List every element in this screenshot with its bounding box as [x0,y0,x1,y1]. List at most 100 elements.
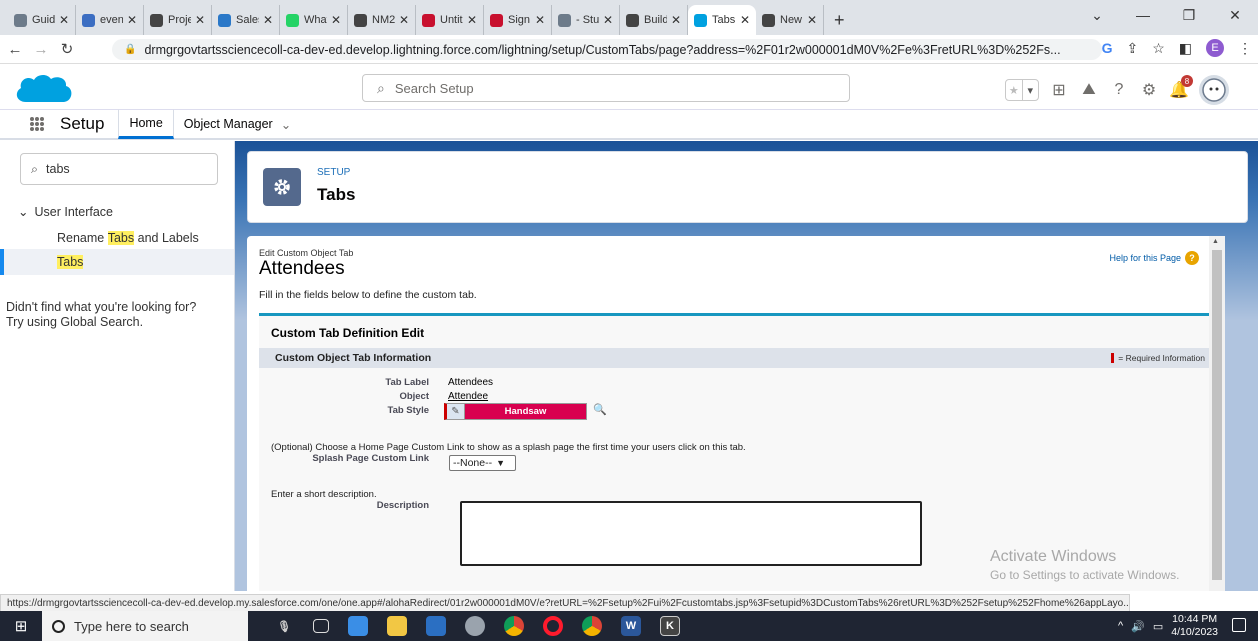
photos-icon[interactable] [426,616,446,636]
trailhead-icon[interactable]: ⛰ [1079,80,1099,100]
profile-avatar[interactable]: E [1206,39,1224,57]
close-tab-icon[interactable]: ✕ [535,13,545,27]
tab-favicon-icon [354,13,367,27]
clock[interactable]: 10:44 PM 4/10/2023 [1171,613,1218,639]
taskbar-search[interactable]: Type here to search [42,611,248,641]
close-tab-icon[interactable]: ✕ [740,13,750,27]
close-tab-icon[interactable]: ✕ [603,13,613,27]
browser-tab[interactable]: Build ✕ [620,5,688,35]
browser-tab[interactable]: Sales ✕ [212,5,280,35]
sidepanel-icon[interactable]: ◧ [1179,40,1192,57]
browser-tab[interactable]: even ✕ [76,5,144,35]
content-scrollbar[interactable]: ▲ [1209,236,1225,591]
close-window-button[interactable]: ✕ [1212,7,1258,24]
url-field[interactable]: 🔒 drmgrgovtartssciencecoll-ca-dev-ed.dev… [112,39,1102,60]
object-link[interactable]: Attendee [448,391,488,402]
notification-center-icon[interactable] [1232,618,1246,632]
browser-tab-strip: Guid✕even✕Proje✕Sales✕What✕NM2✕Untit✕Sig… [0,0,1258,35]
share-icon[interactable]: ⇪ [1126,40,1138,57]
app-k-icon[interactable]: K [660,616,680,636]
close-tab-icon[interactable]: ✕ [671,13,681,27]
browser-tab[interactable]: Tabs ✕ [688,5,756,35]
browser-tab[interactable]: New ✕ [756,5,824,35]
nav-tab-object-manager[interactable]: Object Manager ⌄ [174,109,301,139]
new-tab-button[interactable]: + [824,5,855,35]
scroll-up-icon[interactable]: ▲ [1212,238,1219,245]
sidebar-item-label-post: and Labels [134,231,199,245]
bell-icon[interactable]: 🔔 8 [1169,75,1193,100]
browser-tab[interactable]: NM2 ✕ [348,5,416,35]
description-textarea[interactable] [460,501,922,566]
browser-tab-title: Guid [32,14,55,26]
sidebar-item-highlight: Tabs [57,255,84,269]
close-tab-icon[interactable]: ✕ [467,13,477,27]
browser-tab[interactable]: What ✕ [280,5,348,35]
scrollbar-thumb[interactable] [1212,250,1222,580]
back-button[interactable]: ← [4,41,26,58]
tab-style-field[interactable]: ✎ Handsaw [444,403,587,420]
window-controls: ⌄ — ❐ ✕ [1074,0,1258,30]
task-view-icon[interactable] [313,619,329,633]
gear-icon[interactable]: ⚙ [1139,80,1159,100]
tab-favicon-icon [694,13,707,27]
file-explorer-icon[interactable] [387,616,407,636]
lookup-search-icon[interactable]: 🔍 [593,403,607,416]
quick-find-input[interactable]: ⌕ tabs [20,153,218,185]
tab-favicon-icon [82,13,95,27]
volume-icon[interactable]: 🔊 [1131,620,1145,633]
app-launcher-icon[interactable] [30,117,44,131]
app-icon[interactable] [465,616,485,636]
user-avatar[interactable] [1199,75,1229,105]
tab-label-label: Tab Label [385,377,429,388]
word-icon[interactable]: W [621,616,641,636]
close-tab-icon[interactable]: ✕ [127,13,137,27]
browser-tab[interactable]: Proje ✕ [144,5,212,35]
help-icon[interactable]: ? [1109,80,1129,100]
bookmark-star-icon[interactable]: ☆ [1152,40,1165,57]
sidebar-item-label-pre: Rename [57,231,108,245]
opera-icon[interactable] [543,616,563,636]
sidebar-item-tabs[interactable]: Tabs [0,249,234,275]
menu-kebab-icon[interactable]: ⋮ [1238,40,1252,57]
tree-group-user-interface[interactable]: ⌄ User Interface [18,204,113,219]
help-for-page-link[interactable]: Help for this Page? [1109,251,1199,265]
browser-tab[interactable]: Sign ✕ [484,5,552,35]
nav-tab-home[interactable]: Home [118,109,174,139]
close-tab-icon[interactable]: ✕ [263,13,273,27]
battery-icon[interactable]: ▭ [1153,620,1163,633]
chevron-down-icon: ⌄ [280,117,292,132]
forward-button[interactable]: → [30,41,52,58]
chevron-down-icon: ⌄ [18,205,29,219]
minimize-button[interactable]: — [1120,7,1166,23]
clock-time: 10:44 PM [1172,613,1218,625]
tab-style-value: Handsaw [504,406,547,417]
chevron-down-icon[interactable]: ⌄ [1074,7,1120,24]
store-icon[interactable] [348,616,368,636]
close-tab-icon[interactable]: ✕ [807,13,817,27]
close-tab-icon[interactable]: ✕ [331,13,341,27]
salesforce-logo[interactable] [14,72,74,106]
sidebar-item-rename-tabs[interactable]: Rename Tabs and Labels [0,225,234,251]
browser-tab[interactable]: Guid ✕ [8,5,76,35]
browser-tab-title: New [780,14,803,26]
block-title: Custom Tab Definition Edit [271,326,425,340]
google-icon[interactable]: G [1102,40,1113,56]
global-actions-icon[interactable]: ⊞ [1049,80,1069,100]
favorites-button[interactable]: ★ ▾ [1005,79,1039,101]
close-tab-icon[interactable]: ✕ [59,13,69,27]
tab-style-label: Tab Style [387,405,429,416]
chrome-profile-icon[interactable] [582,616,602,636]
reload-button[interactable]: ↻ [56,40,78,58]
splash-page-select[interactable]: --None-- ▼ [449,455,516,471]
setup-search-input[interactable]: ⌕ Search Setup [362,74,850,102]
mic-icon[interactable]: 🎙 [274,616,294,636]
windows-start-icon[interactable]: ⊞ [0,611,42,641]
restore-button[interactable]: ❐ [1166,7,1212,24]
close-tab-icon[interactable]: ✕ [399,13,409,27]
browser-tab[interactable]: - Stu ✕ [552,5,620,35]
browser-tab-title: What [304,14,327,26]
tray-chevron-icon[interactable]: ^ [1118,620,1123,632]
browser-tab[interactable]: Untit ✕ [416,5,484,35]
close-tab-icon[interactable]: ✕ [195,13,205,27]
chrome-icon[interactable] [504,616,524,636]
